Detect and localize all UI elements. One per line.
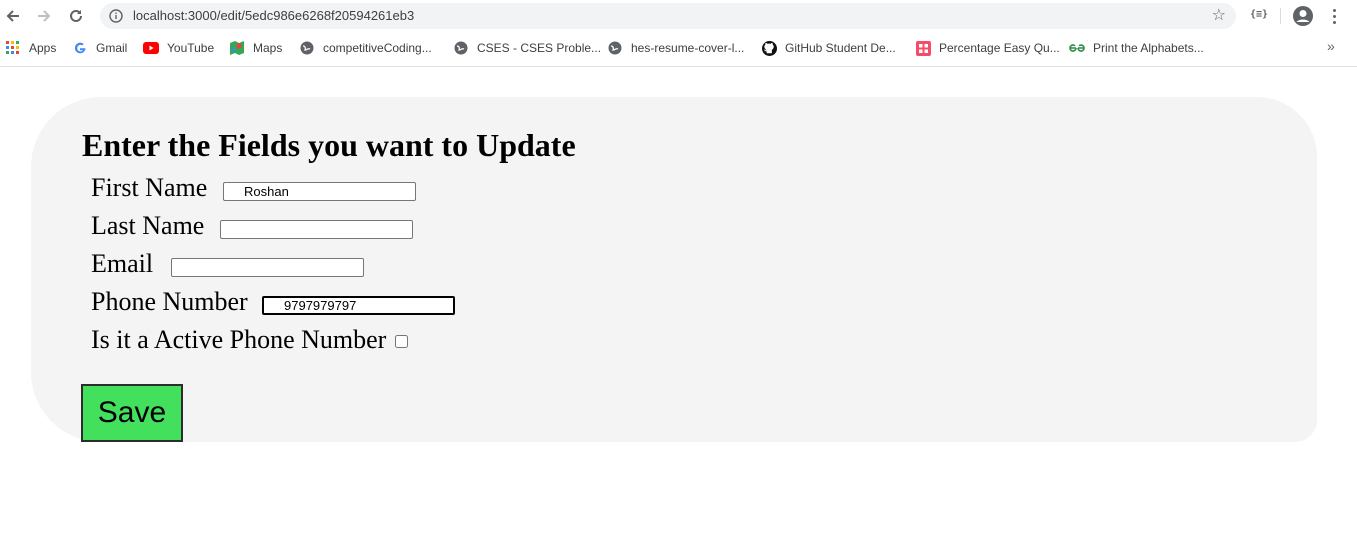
save-button[interactable]: Save xyxy=(81,384,183,442)
bookmark-label: hes-resume-cover-l... xyxy=(631,41,745,55)
bookmark-youtube[interactable]: YouTube xyxy=(143,40,214,56)
bookmark-star-icon[interactable]: ☆ xyxy=(1212,7,1226,25)
last-name-label: Last Name xyxy=(91,211,205,240)
bookmark-label: Percentage Easy Qu... xyxy=(939,41,1060,55)
reload-icon xyxy=(70,9,82,22)
url-text[interactable]: localhost:3000/edit/5edc986e6268f2059426… xyxy=(133,8,414,23)
profile-avatar-icon[interactable] xyxy=(1292,5,1314,27)
phone-number-input[interactable] xyxy=(262,296,455,315)
more-bookmarks-chevron-icon[interactable]: » xyxy=(1327,38,1335,54)
grid-pink-icon xyxy=(915,40,931,56)
bookmark-cses[interactable]: CSES - CSES Proble... xyxy=(453,40,601,56)
form-heading: Enter the Fields you want to Update xyxy=(82,127,576,163)
maps-pin-icon xyxy=(229,40,245,56)
bookmark-label: competitiveCoding... xyxy=(323,41,432,55)
bookmark-label: CSES - CSES Proble... xyxy=(477,41,602,55)
bookmark-label: Maps xyxy=(253,41,283,55)
address-bar[interactable]: localhost:3000/edit/5edc986e6268f2059426… xyxy=(100,3,1236,29)
toolbar-divider xyxy=(1280,8,1281,24)
forward-arrow-icon xyxy=(38,10,51,22)
active-phone-label: Is it a Active Phone Number xyxy=(91,325,387,354)
back-button[interactable] xyxy=(3,6,23,26)
first-name-input[interactable] xyxy=(223,182,416,201)
bookmarks-bar: Apps Gmail YouTube Maps competitiveCodin… xyxy=(0,32,1357,67)
first-name-label: First Name xyxy=(91,173,208,202)
last-name-input[interactable] xyxy=(220,220,413,239)
bookmark-label: Print the Alphabets... xyxy=(1093,41,1204,55)
back-arrow-icon xyxy=(6,10,19,22)
browser-toolbar: localhost:3000/edit/5edc986e6268f2059426… xyxy=(0,0,1357,32)
bookmark-percentage[interactable]: Percentage Easy Qu... xyxy=(915,40,1060,56)
bookmark-resume[interactable]: hes-resume-cover-l... xyxy=(607,40,744,56)
github-icon xyxy=(761,40,777,56)
info-icon[interactable] xyxy=(109,9,123,23)
globe-icon xyxy=(607,40,623,56)
email-label: Email xyxy=(91,249,154,278)
gfg-icon xyxy=(1069,40,1085,56)
bookmark-print-alphabets[interactable]: Print the Alphabets... xyxy=(1069,40,1204,56)
bookmark-gmail[interactable]: Gmail xyxy=(72,40,127,56)
globe-icon xyxy=(453,40,469,56)
bookmark-maps[interactable]: Maps xyxy=(229,40,282,56)
kebab-menu-icon[interactable] xyxy=(1328,7,1340,25)
reload-button[interactable] xyxy=(66,6,86,26)
forward-button[interactable] xyxy=(34,6,54,26)
extension-icon[interactable]: {≡} xyxy=(1250,9,1268,20)
bookmark-label: GitHub Student De... xyxy=(785,41,896,55)
bookmark-github-student[interactable]: GitHub Student De... xyxy=(761,40,896,56)
active-phone-checkbox[interactable] xyxy=(395,335,408,348)
bookmark-apps[interactable]: Apps xyxy=(5,40,56,56)
bookmark-competitive-coding[interactable]: competitiveCoding... xyxy=(299,40,432,56)
bookmark-label: Gmail xyxy=(96,41,128,55)
phone-number-label: Phone Number xyxy=(91,287,248,316)
bookmark-label: YouTube xyxy=(167,41,215,55)
globe-icon xyxy=(299,40,315,56)
google-g-icon xyxy=(72,40,88,56)
bookmark-label: Apps xyxy=(29,41,57,55)
email-input[interactable] xyxy=(171,258,364,277)
youtube-icon xyxy=(143,40,159,56)
apps-grid-icon xyxy=(5,40,21,56)
